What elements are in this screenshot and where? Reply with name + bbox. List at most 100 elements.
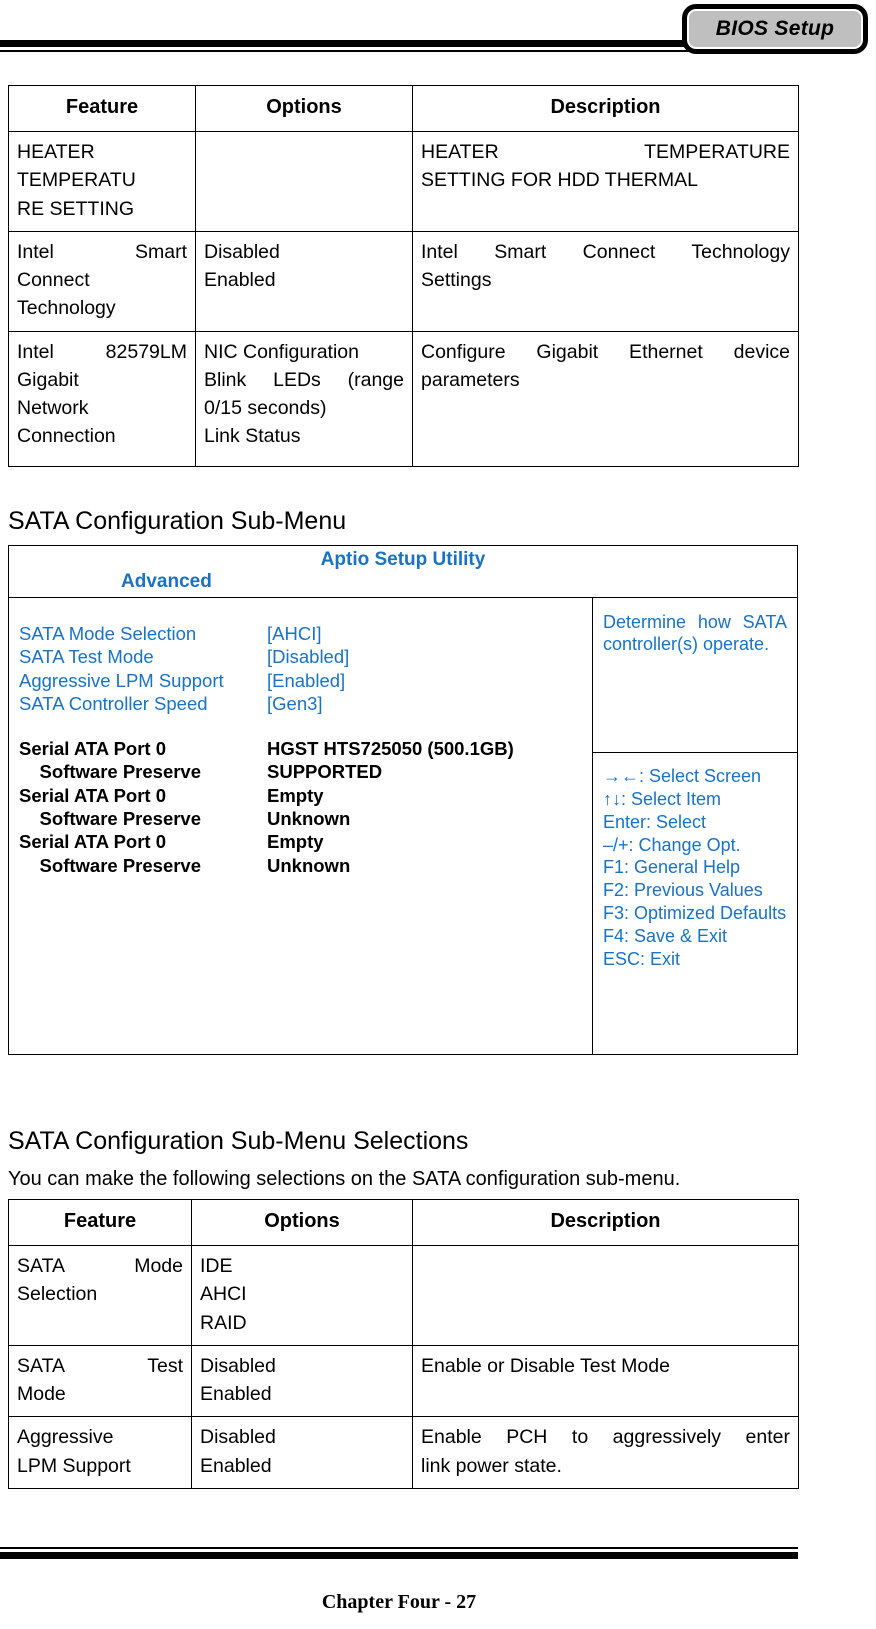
bios-menu-advanced[interactable]: Advanced	[121, 571, 212, 593]
column-header-description: Description	[412, 85, 799, 132]
bios-setting-row[interactable]: Aggressive LPM Support [Enabled]	[19, 669, 592, 692]
cell-feature: Intel 82579LM Gigabit Network Connection	[8, 330, 196, 467]
bios-device-value: Unknown	[267, 808, 351, 830]
cell-feature: Intel Smart Connect Technology	[8, 230, 196, 332]
cell-description: Enable PCH to aggressively enter link pow…	[412, 1416, 799, 1489]
cell-options	[195, 131, 413, 232]
bios-setting-row[interactable]: SATA Mode Selection [AHCI]	[19, 622, 592, 645]
option-item: Disabled	[200, 1354, 276, 1377]
sata-submenu-heading: SATA Configuration Sub-Menu	[8, 507, 347, 535]
bios-device-row: Serial ATA Port 0 Empty	[19, 784, 592, 807]
bios-body: SATA Mode Selection [AHCI] SATA Test Mode…	[9, 598, 797, 1054]
cell-options: NIC Configuration Blink LEDs (range 0/15…	[195, 330, 413, 467]
cell-description: Enable or Disable Test Mode	[412, 1344, 799, 1418]
cell-feature: SATA Mode Selection	[8, 1245, 192, 1346]
bios-setting-label: SATA Test Mode	[19, 646, 154, 668]
bios-titlebar: Aptio Setup Utility Advanced	[9, 546, 797, 598]
bios-setting-label: Aggressive LPM Support	[19, 669, 224, 691]
table-row: SATA Test Mode Disabled Enabled Enable or…	[8, 1344, 799, 1418]
bios-device-row: Serial ATA Port 0 Empty	[19, 830, 592, 853]
table-row: Aggressive LPM Support Disabled Enabled E…	[8, 1416, 799, 1489]
cell-feature: HEATER TEMPERATU RE SETTING	[8, 131, 196, 232]
bios-setting-value: [Gen3]	[267, 692, 323, 714]
bios-device-label: Software Preserve	[19, 808, 202, 830]
cell-description: Intel Smart Connect Technology Settings	[412, 230, 799, 332]
cell-description	[412, 1245, 799, 1346]
bios-setting-value: [Disabled]	[267, 646, 350, 668]
bios-device-value: Unknown	[267, 854, 351, 876]
bios-device-value: Empty	[267, 784, 324, 806]
bios-setting-value: [AHCI]	[267, 623, 322, 644]
bios-help-keys: →←: Select Screen ↑↓: Select Item Enter:…	[593, 753, 797, 971]
help-key-enter: Enter: Select	[603, 811, 707, 832]
cell-options: Disabled Enabled	[195, 230, 413, 332]
bios-device-row: Serial ATA Port 0 HGST HTS725050 (500.1GB…	[19, 737, 592, 760]
footer-rule-thin	[0, 1547, 798, 1549]
bios-device-value: Empty	[267, 831, 324, 853]
help-key-select-screen: →←: Select Screen	[603, 766, 762, 786]
help-key-select-item: ↑↓: Select Item	[603, 788, 722, 809]
bios-device-label: Serial ATA Port 0	[19, 831, 167, 853]
bios-device-value: HGST HTS725050 (500.1GB)	[267, 738, 514, 760]
help-key-f1: F1: General Help	[603, 857, 741, 878]
help-key-f3: F3: Optimized Defaults	[603, 903, 787, 924]
cell-options: IDE AHCI RAID	[191, 1245, 413, 1346]
table-row: HEATER TEMPERATU RE SETTING HEATER TEMPERA…	[8, 131, 799, 232]
bios-device-label: Serial ATA Port 0	[19, 738, 167, 760]
header-rule-thick	[0, 40, 798, 47]
bios-device-label: Serial ATA Port 0	[19, 784, 167, 806]
bios-setting-row[interactable]: SATA Test Mode [Disabled]	[19, 645, 592, 668]
bios-screen-title: Aptio Setup Utility	[320, 549, 486, 570]
bios-setting-value: [Enabled]	[267, 669, 346, 691]
help-key-esc: ESC: Exit	[603, 948, 681, 969]
table-row: Intel Smart Connect Technology Disabled En…	[8, 230, 799, 332]
bios-device-row: Software Preserve Unknown	[19, 807, 592, 830]
bios-help-pane: Determine how SATA controller(s) operate…	[593, 598, 797, 1054]
option-item: RAID	[200, 1311, 247, 1334]
sata-selections-intro: You can make the following selections on…	[8, 1168, 681, 1190]
column-header-options: Options	[195, 85, 413, 132]
column-header-feature: Feature	[8, 1199, 192, 1246]
table-row: Intel 82579LM Gigabit Network Connection NI…	[8, 330, 799, 467]
help-key-f4: F4: Save & Exit	[603, 926, 728, 947]
option-item: Disabled	[200, 1426, 276, 1449]
sata-selections-table: Feature Options Description SATA Mode Sel…	[8, 1199, 799, 1489]
bios-setting-label: SATA Mode Selection	[19, 623, 197, 644]
cell-feature: SATA Test Mode	[8, 1344, 192, 1418]
option-item: NIC Configuration	[204, 340, 359, 363]
option-item: Disabled	[204, 240, 280, 263]
cell-feature: Aggressive LPM Support	[8, 1416, 192, 1489]
bios-device-row: Software Preserve Unknown	[19, 854, 592, 877]
bios-device-label: Software Preserve	[19, 761, 202, 783]
bios-setting-label: SATA Controller Speed	[19, 692, 208, 714]
table-row: SATA Mode Selection IDE AHCI RAID	[8, 1245, 799, 1346]
bios-setup-screen: Aptio Setup Utility Advanced SATA Mode S…	[8, 545, 798, 1055]
column-header-feature: Feature	[8, 85, 196, 132]
help-key-change-opt: –/+: Change Opt.	[603, 834, 741, 855]
option-item: Enabled	[200, 1454, 272, 1477]
page-number: Chapter Four - 27	[321, 1591, 477, 1613]
option-item: 0/15 seconds)	[204, 397, 327, 420]
cell-options: Disabled Enabled	[191, 1344, 413, 1418]
page-footer: Chapter Four - 27	[0, 1539, 876, 1629]
bios-row-spacer	[19, 715, 592, 737]
table-header-row: Feature Options Description	[8, 85, 799, 132]
column-header-description: Description	[412, 1199, 799, 1246]
sata-selections-heading: SATA Configuration Sub-Menu Selections	[8, 1127, 469, 1155]
option-item: IDE	[200, 1255, 233, 1277]
bios-help-description: Determine how SATA controller(s) operate…	[593, 598, 797, 753]
help-key-f2: F2: Previous Values	[603, 880, 763, 901]
bios-device-label: Software Preserve	[19, 854, 202, 876]
bios-settings-pane: SATA Mode Selection [AHCI] SATA Test Mode…	[9, 598, 593, 1054]
bios-device-value: SUPPORTED	[267, 761, 383, 783]
bios-setup-tab: BIOS Setup	[682, 4, 868, 54]
option-item: Enabled	[204, 269, 276, 292]
bios-setting-row[interactable]: SATA Controller Speed [Gen3]	[19, 692, 592, 715]
option-item: AHCI	[200, 1283, 247, 1306]
page-header: BIOS Setup	[0, 0, 876, 62]
cell-description: HEATER TEMPERATURE SETTING FOR HDD THERMA…	[412, 131, 799, 232]
column-header-options: Options	[191, 1199, 413, 1246]
bios-device-row: Software Preserve SUPPORTED	[19, 760, 592, 783]
cell-options: Disabled Enabled	[191, 1416, 413, 1489]
cell-description: Configure Gigabit Ethernet device paramet…	[412, 330, 799, 467]
